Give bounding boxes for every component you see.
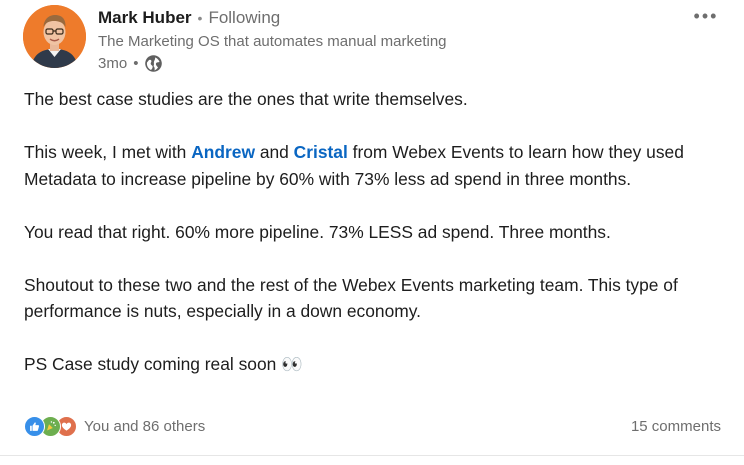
author-avatar[interactable]: [23, 5, 86, 68]
comments-count[interactable]: 15 comments: [631, 418, 721, 435]
author-line: Mark Huber • Following: [98, 8, 280, 28]
avatar-photo: [23, 5, 86, 68]
post-paragraph-2: This week, I met with Andrew and Cristal…: [24, 139, 724, 192]
post-paragraph-3: You read that right. 60% more pipeline. …: [24, 219, 724, 246]
post-paragraph-5: PS Case study coming real soon 👀: [24, 351, 724, 378]
social-counts-bar: You and 86 others 15 comments: [24, 414, 721, 438]
post-line-5: PS Case study coming real soon: [24, 354, 277, 374]
name-separator: •: [197, 10, 203, 26]
post-paragraph-1: The best case studies are the ones that …: [24, 86, 724, 113]
reactions-summary[interactable]: You and 86 others: [24, 415, 205, 437]
post-time[interactable]: 3mo: [98, 55, 127, 72]
post-text-segment: This week, I met with: [24, 142, 192, 162]
post-text: The best case studies are the ones that …: [24, 86, 724, 378]
mention-cristal[interactable]: Cristal: [294, 142, 348, 162]
feed-post: Mark Huber • Following The Marketing OS …: [0, 0, 744, 465]
more-options-button[interactable]: •••: [688, 5, 724, 27]
reactions-count[interactable]: You and 86 others: [84, 418, 205, 435]
time-separator: •: [133, 55, 139, 72]
following-status[interactable]: Following: [208, 8, 280, 28]
mention-andrew[interactable]: Andrew: [191, 142, 255, 162]
globe-icon: [144, 54, 163, 73]
divider: [0, 455, 744, 456]
post-paragraph-4: Shoutout to these two and the rest of th…: [24, 272, 724, 325]
post-line-3: You read that right. 60% more pipeline. …: [24, 221, 611, 242]
like-icon: [24, 415, 45, 437]
post-text-segment: and: [254, 142, 294, 162]
eyes-emoji-icon: 👀: [281, 354, 303, 374]
post-line-1: The best case studies are the ones that …: [24, 89, 468, 109]
author-name[interactable]: Mark Huber: [98, 8, 192, 28]
post-line-4: Shoutout to these two and the rest of th…: [24, 274, 678, 322]
reaction-icons: [24, 415, 77, 437]
post-meta: 3mo •: [98, 54, 163, 73]
author-headline: The Marketing OS that automates manual m…: [98, 33, 447, 50]
